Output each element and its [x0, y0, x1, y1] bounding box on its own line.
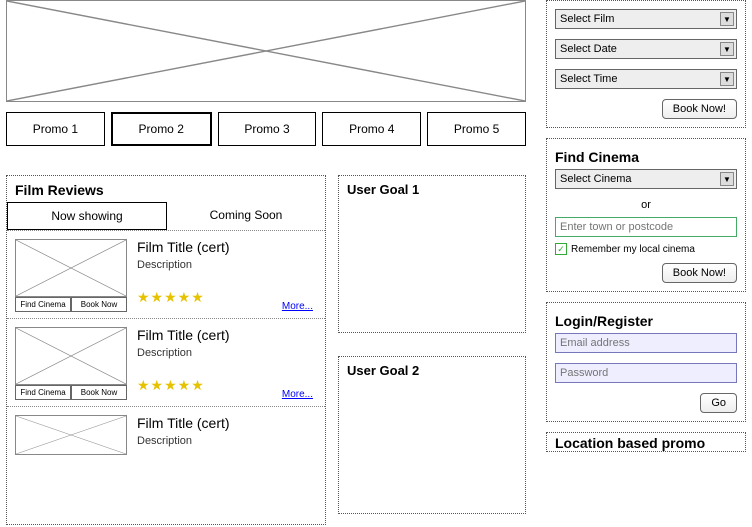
dropdown-arrow-icon: ▼	[720, 42, 734, 56]
select-film-label: Select Film	[560, 13, 614, 25]
book-now-button[interactable]: Book Now	[71, 385, 127, 400]
film-reviews-panel: Film Reviews Now showing Coming Soon Fin…	[6, 175, 326, 525]
select-film[interactable]: Select Film ▼	[555, 9, 737, 29]
quick-book-panel: Select Film ▼ Select Date ▼ Select Time …	[546, 0, 746, 128]
promo-tabs: Promo 1 Promo 2 Promo 3 Promo 4 Promo 5	[6, 112, 526, 146]
film-item: Find Cinema Book Now Film Title (cert) D…	[7, 230, 325, 318]
location-promo-title: Location based promo	[555, 435, 737, 451]
promo-tab-3[interactable]: Promo 3	[218, 112, 317, 146]
checkbox-checked-icon: ✓	[555, 243, 567, 255]
user-goal-2-panel: User Goal 2	[338, 356, 526, 514]
find-book-now-button[interactable]: Book Now!	[662, 263, 737, 283]
film-reviews-title: Film Reviews	[7, 176, 325, 202]
find-cinema-button[interactable]: Find Cinema	[15, 385, 71, 400]
more-link[interactable]: More...	[282, 389, 313, 400]
film-description: Description	[137, 347, 317, 359]
select-time[interactable]: Select Time ▼	[555, 69, 737, 89]
film-description: Description	[137, 435, 317, 447]
go-button[interactable]: Go	[700, 393, 737, 413]
find-cinema-button[interactable]: Find Cinema	[15, 297, 71, 312]
book-now-button[interactable]: Book Now!	[662, 99, 737, 119]
more-link[interactable]: More...	[282, 301, 313, 312]
town-postcode-input[interactable]	[555, 217, 737, 237]
select-cinema[interactable]: Select Cinema ▼	[555, 169, 737, 189]
film-title: Film Title (cert)	[137, 415, 317, 431]
user-goal-1-panel: User Goal 1	[338, 175, 526, 333]
email-input[interactable]	[555, 333, 737, 353]
film-thumbnail	[15, 327, 127, 385]
find-cinema-panel: Find Cinema Select Cinema ▼ or ✓ Remembe…	[546, 138, 746, 292]
hero-image-placeholder	[6, 0, 526, 102]
film-description: Description	[137, 259, 317, 271]
select-date-label: Select Date	[560, 43, 617, 55]
password-input[interactable]	[555, 363, 737, 383]
user-goal-1-title: User Goal 1	[339, 176, 525, 203]
dropdown-arrow-icon: ▼	[720, 172, 734, 186]
find-cinema-title: Find Cinema	[555, 143, 737, 169]
dropdown-arrow-icon: ▼	[720, 72, 734, 86]
user-goal-2-title: User Goal 2	[339, 357, 525, 384]
film-title: Film Title (cert)	[137, 327, 317, 343]
film-item: Film Title (cert) Description	[7, 406, 325, 461]
select-time-label: Select Time	[560, 73, 617, 85]
film-item: Find Cinema Book Now Film Title (cert) D…	[7, 318, 325, 406]
promo-tab-5[interactable]: Promo 5	[427, 112, 526, 146]
or-label: or	[555, 199, 737, 211]
film-thumbnail	[15, 415, 127, 455]
select-date[interactable]: Select Date ▼	[555, 39, 737, 59]
remember-cinema-checkbox[interactable]: ✓ Remember my local cinema	[555, 243, 737, 255]
promo-tab-4[interactable]: Promo 4	[322, 112, 421, 146]
dropdown-arrow-icon: ▼	[720, 12, 734, 26]
book-now-button[interactable]: Book Now	[71, 297, 127, 312]
tab-coming-soon[interactable]: Coming Soon	[167, 202, 325, 230]
film-thumbnail	[15, 239, 127, 297]
login-title: Login/Register	[555, 307, 737, 333]
remember-label: Remember my local cinema	[571, 244, 695, 255]
select-cinema-label: Select Cinema	[560, 173, 632, 185]
location-promo-panel: Location based promo	[546, 432, 746, 452]
film-title: Film Title (cert)	[137, 239, 317, 255]
promo-tab-2[interactable]: Promo 2	[111, 112, 212, 146]
promo-tab-1[interactable]: Promo 1	[6, 112, 105, 146]
tab-now-showing[interactable]: Now showing	[7, 202, 167, 230]
login-register-panel: Login/Register Go	[546, 302, 746, 422]
